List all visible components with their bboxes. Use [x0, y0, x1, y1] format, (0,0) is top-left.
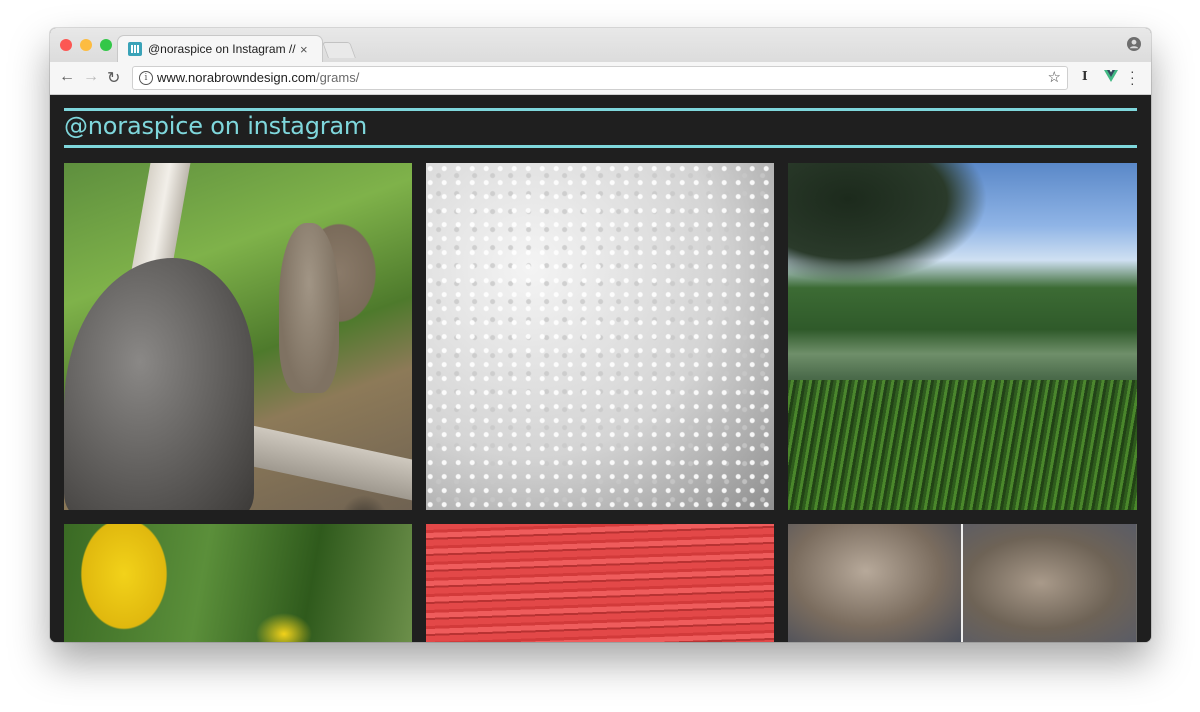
clouds-photo[interactable]	[426, 163, 774, 510]
reload-icon[interactable]: ↻	[107, 68, 120, 88]
tab-strip: @noraspice on Instagram // No ×	[50, 28, 1151, 62]
pond-landscape-photo[interactable]	[788, 163, 1137, 510]
close-window-button[interactable]	[60, 39, 72, 51]
tab-active[interactable]: @noraspice on Instagram // No ×	[118, 36, 322, 62]
extension-i-icon[interactable]: I	[1082, 69, 1088, 83]
vue-devtools-icon[interactable]	[1104, 69, 1118, 83]
profile-icon[interactable]	[1127, 37, 1141, 51]
page-title: @noraspice on instagram	[64, 112, 368, 140]
site-favicon-icon	[128, 42, 142, 56]
red-wood-photo[interactable]	[426, 524, 774, 642]
heading-bottom-rule	[64, 145, 1137, 148]
star-icon[interactable]: ☆	[1048, 68, 1061, 86]
yellow-iris-photo[interactable]	[64, 524, 412, 642]
browser-window: @noraspice on Instagram // No × ← → ↻ i …	[50, 28, 1151, 642]
menu-dots-icon[interactable]: · · ·	[1130, 64, 1135, 90]
window-controls	[60, 39, 112, 51]
maximize-window-button[interactable]	[100, 39, 112, 51]
address-bar[interactable]: i www.norabrowndesign.com/grams/ ☆	[132, 66, 1068, 90]
url-domain: www.norabrowndesign.com	[157, 70, 316, 85]
back-arrow-icon[interactable]: ←	[59, 68, 75, 86]
cat-and-squirrel-photo[interactable]	[64, 163, 412, 510]
tab-title: @noraspice on Instagram // No	[148, 42, 296, 56]
heading-top-rule	[64, 108, 1137, 111]
info-icon[interactable]: i	[139, 71, 153, 85]
page-content: @noraspice on instagram	[50, 95, 1151, 642]
tab-close-icon[interactable]: ×	[300, 42, 308, 57]
minimize-window-button[interactable]	[80, 39, 92, 51]
forward-arrow-icon[interactable]: →	[83, 68, 99, 86]
sleeping-cats-photo[interactable]	[788, 524, 1137, 642]
toolbar: ← → ↻ i www.norabrowndesign.com/grams/ ☆…	[50, 62, 1151, 95]
url-text: www.norabrowndesign.com/grams/	[157, 70, 359, 85]
new-tab-button[interactable]	[322, 42, 356, 58]
url-path: /grams/	[315, 70, 360, 85]
